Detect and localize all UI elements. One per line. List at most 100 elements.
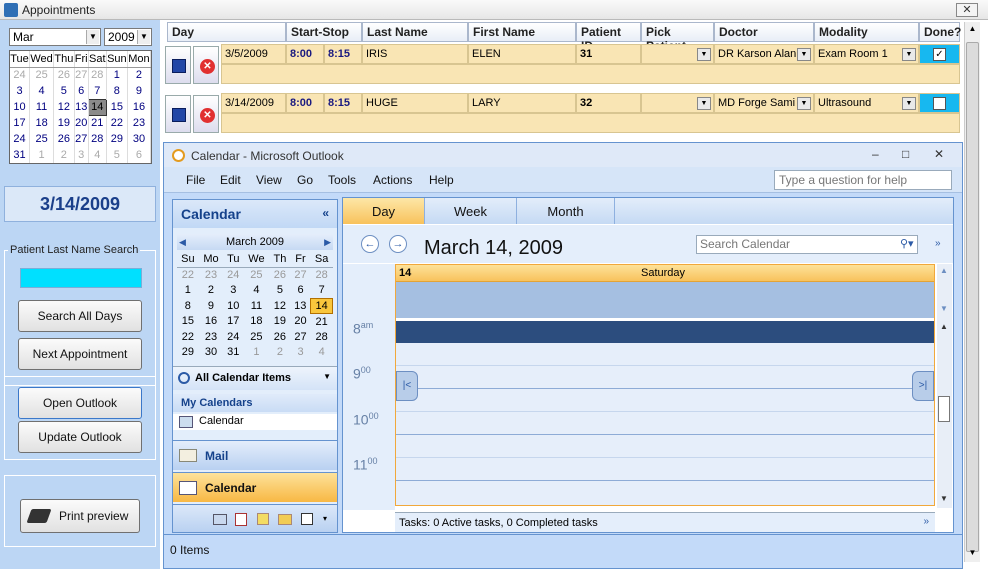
calendar-day[interactable]: 20 [74,115,89,131]
open-outlook-button[interactable]: Open Outlook [18,387,142,419]
previous-appointment-icon[interactable]: |< [396,371,418,401]
pick-patient-select[interactable]: ▼ [641,93,714,113]
calendar-day[interactable]: 24 [223,267,243,282]
calendar-day[interactable]: 23 [199,329,224,344]
calendar-day[interactable]: 19 [270,314,291,329]
calendar-day[interactable]: 17 [10,115,31,131]
calendar-day[interactable]: 4 [311,344,333,359]
expand-tasks-icon[interactable]: » [923,516,929,527]
expand-icon[interactable]: » [935,238,941,249]
cell-start[interactable]: 8:00 [286,44,324,64]
menu-view[interactable]: View [256,173,282,187]
calendar-day[interactable]: 27 [74,131,89,147]
calendar-day[interactable]: 29 [106,131,128,147]
calendar-day[interactable]: 22 [106,115,128,131]
cell-last-name[interactable]: HUGE [362,93,468,113]
print-preview-button[interactable]: Print preview [20,499,140,533]
modality-select[interactable]: Ultrasound ▼ [814,93,919,113]
configure-buttons-icon[interactable]: ▾ [323,514,327,523]
calendar-day[interactable]: 28 [311,329,333,344]
calendar-day[interactable]: 26 [270,329,291,344]
calendar-day[interactable]: 5 [53,83,75,99]
menu-tools[interactable]: Tools [328,173,356,187]
calendar-day[interactable]: 11 [29,99,55,115]
search-calendar-input[interactable]: Search Calendar [696,235,918,254]
shortcuts-icon[interactable] [301,513,313,525]
calendar-day[interactable]: 3 [223,283,243,298]
cell-last-name[interactable]: IRIS [362,44,468,64]
calendar-day[interactable]: 8 [106,83,128,99]
calendar-day[interactable]: 9 [199,298,224,313]
calendar-day[interactable]: 12 [270,298,291,313]
save-button[interactable] [165,46,191,84]
day-column[interactable]: 14 Saturday |< >| [395,264,935,506]
calendar-day[interactable]: 25 [29,67,55,83]
delete-button[interactable]: ✕ [193,95,219,133]
time-slots[interactable] [396,343,934,505]
calendar-day[interactable]: 22 [177,329,199,344]
next-month-icon[interactable]: ▶ [324,234,331,250]
cell-start[interactable]: 8:00 [286,93,324,113]
delete-button[interactable]: ✕ [193,46,219,84]
calendar-day[interactable]: 23 [127,115,152,131]
doctor-select[interactable]: DR Karson Alan ▼ [714,44,814,64]
calendar-day[interactable]: 23 [199,267,224,282]
folder-icon[interactable] [278,514,292,525]
calendar-day[interactable]: 25 [243,329,269,344]
calendar-day[interactable]: 30 [127,131,152,147]
calendar-day[interactable]: 7 [311,283,333,298]
calendar-day[interactable]: 25 [29,131,55,147]
menu-actions[interactable]: Actions [373,173,412,187]
save-button[interactable] [165,95,191,133]
scroll-down-icon[interactable]: ▼ [967,548,978,560]
back-arrow-icon[interactable]: ← [361,235,379,253]
calendar-day[interactable]: 3 [74,147,89,163]
scrollbar-thumb[interactable] [938,396,950,422]
menu-help[interactable]: Help [429,173,454,187]
help-search-input[interactable]: Type a question for help [774,170,952,190]
search-icon[interactable]: ⚲▾ [900,237,914,250]
calendar-day[interactable]: 14 [310,297,333,315]
calendar-day[interactable]: 4 [29,83,55,99]
lastname-search-input[interactable] [20,268,142,288]
calendar-day[interactable]: 1 [177,283,199,298]
calendar-day[interactable]: 31 [10,147,31,163]
cell-stop[interactable]: 8:15 [324,93,362,113]
scroll-down-icon[interactable]: ▼ [940,304,948,313]
calendar-day[interactable]: 6 [290,283,311,298]
calendar-day[interactable]: 28 [88,67,107,83]
calendar-day[interactable]: 5 [270,283,291,298]
outlook-close-button[interactable]: ✕ [934,147,944,161]
calendar-day[interactable]: 2 [199,283,224,298]
calendar-day[interactable]: 9 [127,83,152,99]
calendar-day[interactable]: 14 [87,98,107,116]
menu-go[interactable]: Go [297,173,313,187]
calendar-day[interactable]: 17 [223,314,243,329]
calendar-day[interactable]: 6 [74,83,89,99]
calendar-day[interactable]: 26 [270,267,291,282]
calendar-day[interactable]: 8 [177,298,199,313]
tasks-icon[interactable] [235,513,247,526]
scroll-up-icon[interactable]: ▲ [940,322,948,331]
calendar-day[interactable]: 22 [177,267,199,282]
tab-month[interactable]: Month [517,198,615,224]
calendar-day[interactable]: 10 [223,298,243,313]
calendar-day[interactable]: 27 [290,329,311,344]
maximize-button[interactable]: □ [902,147,909,161]
calendar-day[interactable]: 28 [311,267,333,282]
calendar-day[interactable]: 1 [243,344,269,359]
cell-first-name[interactable]: LARY [468,93,576,113]
tab-week[interactable]: Week [425,198,517,224]
forward-arrow-icon[interactable]: → [389,235,407,253]
calendar-day[interactable]: 16 [199,314,224,329]
calendar-day[interactable]: 29 [177,344,199,359]
calendar-day[interactable]: 26 [53,131,75,147]
year-select[interactable]: 2009 ▼ [104,28,152,46]
done-checkbox[interactable]: ✓ [933,48,946,61]
next-appointment-button[interactable]: Next Appointment [18,338,142,370]
calendar-day[interactable]: 3 [10,83,31,99]
calendar-day[interactable]: 30 [199,344,224,359]
prev-month-icon[interactable]: ◀ [179,234,186,250]
cell-patient-id[interactable]: 31 [576,44,641,64]
calendar-day[interactable]: 31 [223,344,243,359]
